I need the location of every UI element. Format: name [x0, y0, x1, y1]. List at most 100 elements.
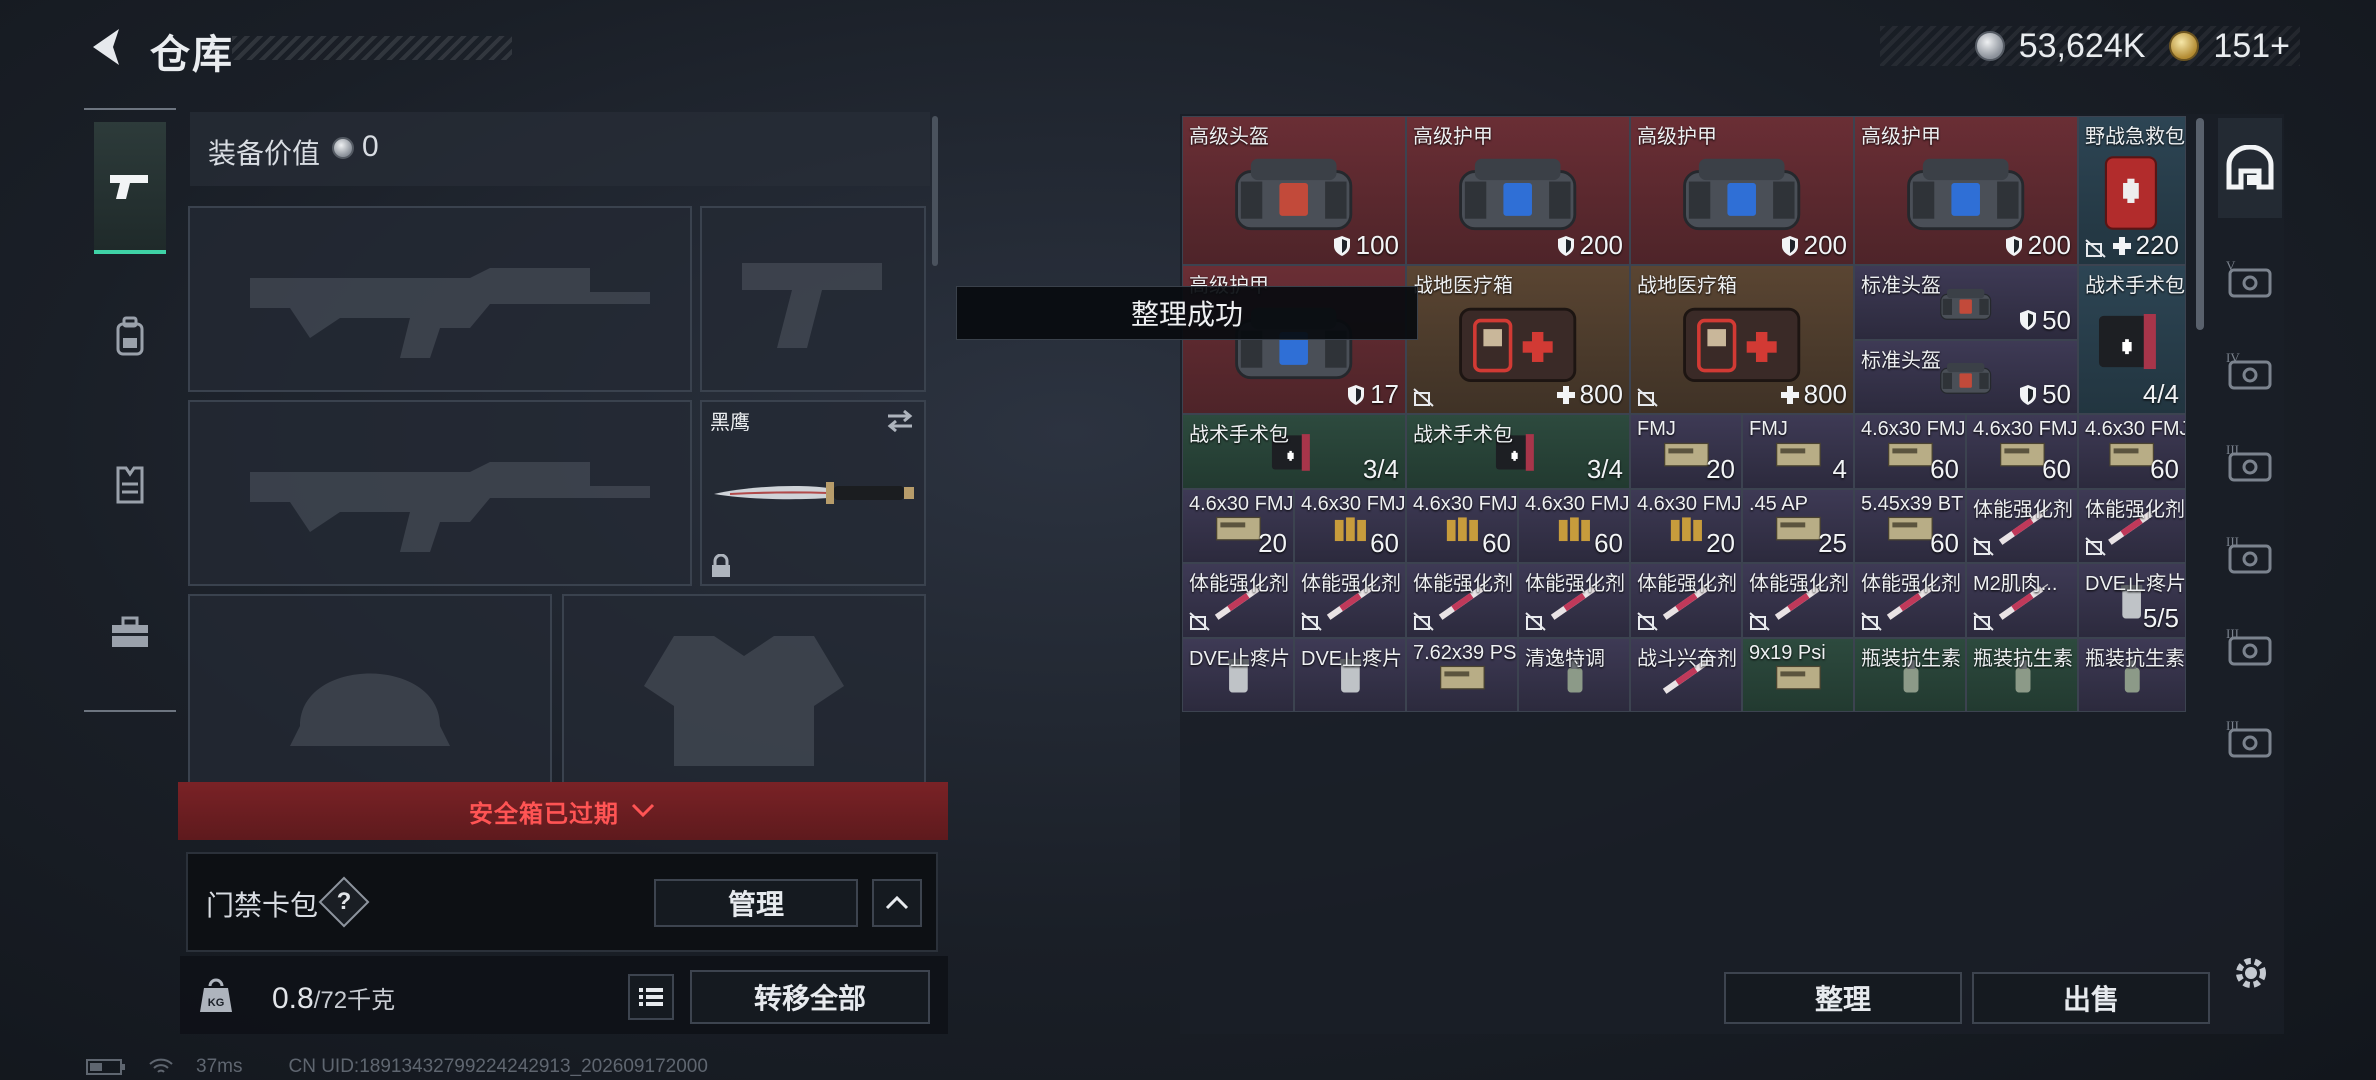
item-name: 高级头盔 [1189, 126, 1269, 148]
inventory-item[interactable]: FMJ 4 [1742, 414, 1854, 489]
inventory-item[interactable]: .45 AP 25 [1742, 488, 1854, 563]
inventory-item[interactable]: 体能强化剂 [1966, 488, 2078, 563]
secondary-weapon-slot[interactable] [188, 400, 692, 586]
inventory-item[interactable]: 标准头盔 50 [1854, 339, 2078, 414]
storage-tab[interactable]: III [2218, 600, 2282, 700]
storage-tab[interactable] [2218, 118, 2282, 218]
inventory-item[interactable]: 清逸特调 [1518, 637, 1630, 712]
transfer-all-button[interactable]: 转移全部 [690, 970, 930, 1024]
inventory-item[interactable]: M2肌肉... [1966, 563, 2078, 638]
gold-balance[interactable]: 151+ [2213, 27, 2290, 66]
inventory-item[interactable]: 战术手术包 3/4 [1406, 414, 1630, 489]
list-icon [639, 988, 663, 1006]
inventory-item[interactable]: 瓶装抗生素 [1966, 637, 2078, 712]
helmet-slot[interactable] [188, 594, 552, 784]
inventory-item[interactable]: 体能强化剂 [1518, 563, 1630, 638]
inventory-item[interactable]: 7.62x39 PS [1406, 637, 1518, 712]
safe-box-expired-banner[interactable]: 安全箱已过期 [178, 782, 948, 840]
inventory-item[interactable]: 战术手术包 4/4 [2078, 265, 2186, 414]
item-quantity-value: 200 [1803, 230, 1847, 260]
inventory-item[interactable]: 4.6x30 FMJ SX 60 [1854, 414, 1966, 489]
equipment-scrollbar[interactable] [932, 116, 938, 266]
inventory-item[interactable]: 野战急救包 220 [2078, 116, 2186, 265]
primary-weapon-slot[interactable] [188, 206, 692, 392]
nav-vest[interactable] [94, 418, 166, 550]
inventory-item[interactable]: 5.45x39 BT 60 [1854, 488, 1966, 563]
melee-slot[interactable]: 黑鹰 [700, 400, 926, 586]
inventory-item[interactable]: 战斗兴奋剂 [1630, 637, 1742, 712]
nav-backpack[interactable] [94, 270, 166, 402]
item-quantity: 100 [1332, 230, 1399, 261]
inventory-item[interactable]: DVE止疼片 [1294, 637, 1406, 712]
inventory-item[interactable]: 4.6x30 FMJ SX 60 [1966, 414, 2078, 489]
inventory-item[interactable]: 9x19 Psi [1742, 637, 1854, 712]
item-name: 5.45x39 BT [1861, 492, 1964, 515]
organize-button[interactable]: 整理 [1724, 972, 1962, 1024]
inventory-item[interactable]: 高级护甲 200 [1406, 116, 1630, 265]
inventory-item[interactable]: 体能强化剂 [2078, 488, 2186, 563]
nav-toolbox[interactable] [94, 566, 166, 698]
inventory-item[interactable]: 高级护甲 200 [1854, 116, 2078, 265]
inventory-item[interactable]: 4.6x30 FMJ SX 60 [2078, 414, 2186, 489]
equipment-value: 0 [362, 130, 379, 163]
inventory-item[interactable]: 4.6x30 FMJ ST 60 [1518, 488, 1630, 563]
settings-button[interactable] [2228, 950, 2274, 996]
item-quantity: 17 [1346, 379, 1399, 410]
inventory-item[interactable]: 瓶装抗生素 [2078, 637, 2186, 712]
item-quantity: 20 [1706, 528, 1735, 559]
inventory-item[interactable]: 4.6x30 FMJ ST 60 [1294, 488, 1406, 563]
storage-tab[interactable]: III [2218, 416, 2282, 516]
item-name: 7.62x39 PS [1413, 641, 1517, 664]
storage-tab[interactable]: V [2218, 232, 2282, 332]
item-quantity: 20 [1706, 454, 1735, 485]
manage-button[interactable]: 管理 [654, 879, 858, 927]
armor-slot[interactable] [562, 594, 926, 784]
item-name: 体能强化剂 [1973, 498, 2073, 521]
item-name: FMJ [1637, 418, 1676, 440]
inventory-scrollbar[interactable] [2196, 118, 2204, 330]
item-name: 4.6x30 FMJ SX [1861, 418, 1966, 440]
collapse-button[interactable] [872, 879, 922, 927]
inventory-item[interactable]: DVE止疼片 5/5 [2078, 563, 2186, 638]
inventory-item[interactable]: 高级护甲 200 [1630, 116, 1854, 265]
back-button[interactable] [82, 24, 128, 70]
inventory-item[interactable]: DVE止疼片 [1182, 637, 1294, 712]
inventory-item[interactable]: 4.6x30 FMJ SX 20 [1182, 488, 1294, 563]
lock-icon [712, 554, 730, 577]
inventory-item[interactable]: 体能强化剂 [1182, 563, 1294, 638]
inventory-item[interactable]: 4.6x30 FMJ ST 60 [1406, 488, 1518, 563]
no-insure-icon [1189, 611, 1211, 631]
page-title: 仓库 [150, 33, 234, 77]
inventory-item[interactable]: FMJ 20 [1630, 414, 1742, 489]
currency-bar: 53,624K 151+ [1880, 26, 2300, 66]
storage-tab[interactable]: III [2218, 692, 2282, 792]
inventory-item[interactable]: 体能强化剂 [1406, 563, 1518, 638]
sell-button[interactable]: 出售 [1972, 972, 2210, 1024]
inventory-item[interactable]: 4.6x30 FMJ ST 20 [1630, 488, 1742, 563]
inventory-item[interactable]: 瓶装抗生素 [1854, 637, 1966, 712]
nav-weapons[interactable] [94, 122, 166, 254]
no-insure-icon [2085, 536, 2107, 556]
item-quantity-value: 60 [2150, 453, 2179, 484]
helmet-bag-icon [1196, 143, 1391, 243]
inventory-item[interactable]: 战地医疗箱 800 [1630, 265, 1854, 414]
inventory-item[interactable]: 标准头盔 50 [1854, 265, 2078, 340]
melee-name: 黑鹰 [710, 412, 750, 434]
sidearm-slot[interactable] [700, 206, 926, 392]
inventory-item[interactable]: 体能强化剂 [1630, 563, 1742, 638]
inventory-item[interactable]: 体能强化剂 [1854, 563, 1966, 638]
inventory-item[interactable]: 战术手术包 3/4 [1182, 414, 1406, 489]
inventory-item[interactable]: 体能强化剂 [1294, 563, 1406, 638]
item-quantity-value: 3/4 [1586, 453, 1623, 484]
list-view-button[interactable] [628, 974, 674, 1020]
storage-tab[interactable]: IV [2218, 324, 2282, 424]
item-name: FMJ [1749, 418, 1788, 440]
storage-tab[interactable]: III [2218, 508, 2282, 608]
inventory-item[interactable]: 战地医疗箱 800 [1406, 265, 1630, 414]
first-aid-pouch-icon [2085, 143, 2178, 243]
inventory-item[interactable]: 高级头盔 100 [1182, 116, 1406, 265]
carry-weight: 0.8/72千克 [272, 980, 395, 1016]
inventory-item[interactable]: 体能强化剂 [1742, 563, 1854, 638]
swap-icon[interactable] [884, 408, 916, 434]
item-quantity: 50 [2018, 379, 2071, 410]
